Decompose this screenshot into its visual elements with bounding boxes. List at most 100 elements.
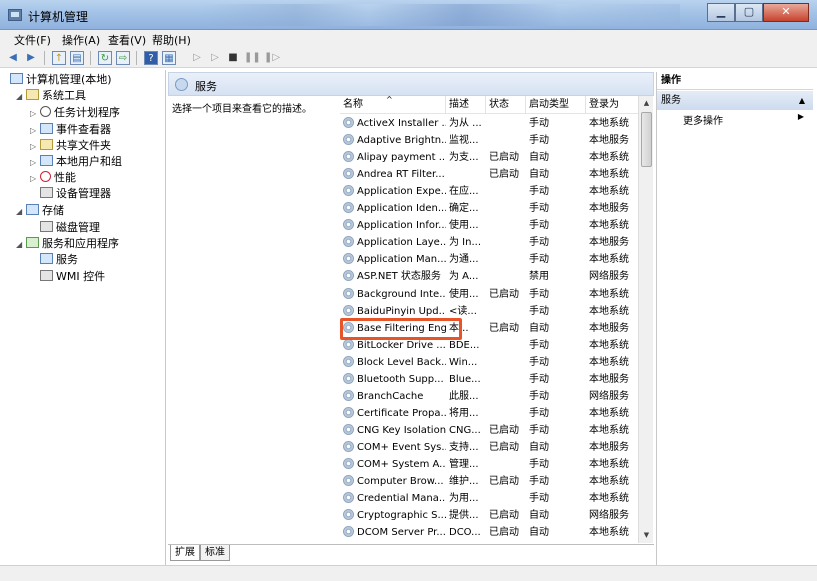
table-row[interactable]: Computer Brow... 维护... 已启动 手动 本地系统 bbox=[340, 473, 638, 490]
service-logon-as: 本地系统 bbox=[589, 288, 629, 300]
tree-item-performance[interactable]: ▷ 性能 bbox=[30, 170, 76, 186]
table-row[interactable]: Base Filtering Engine本... 已启动自动 本地服务 bbox=[340, 320, 638, 337]
table-row[interactable]: ASP.NET 状态服务为 A... 禁用 网络服务 bbox=[340, 268, 638, 285]
collapsed-arrow-icon[interactable]: ▷ bbox=[30, 106, 40, 122]
tree-item-shared-folders[interactable]: ▷ 共享文件夹 bbox=[30, 138, 111, 154]
service-description-cell: 为从 ... bbox=[449, 118, 482, 129]
collapse-up-icon[interactable]: ▲ bbox=[799, 91, 805, 110]
table-row[interactable]: Credential Mana... 为用... 手动 本地系统 bbox=[340, 490, 638, 507]
help-icon[interactable]: ? bbox=[144, 51, 158, 65]
service-name-text: Base Filtering Engine bbox=[357, 322, 446, 334]
service-name: Application Expe... bbox=[343, 183, 446, 200]
back-icon[interactable]: ◀ bbox=[6, 51, 20, 65]
service-gear-icon bbox=[343, 355, 354, 367]
column-header-logon-as[interactable]: 登录为 bbox=[586, 96, 638, 114]
tree-item-wmi-control[interactable]: WMI 控件 bbox=[40, 269, 105, 285]
table-row[interactable]: Application Expe... 在应... 手动 本地系统 bbox=[340, 183, 638, 200]
service-name: Bluetooth Supp... bbox=[343, 371, 446, 388]
service-startup-type: 自动 bbox=[529, 152, 549, 164]
service-status: 已启动 bbox=[489, 441, 519, 453]
table-row[interactable]: Certificate Propa... 将用... 手动 本地系统 bbox=[340, 405, 638, 422]
refresh-icon[interactable]: ↻ bbox=[98, 51, 112, 65]
tree-item-local-users-groups[interactable]: ▷ 本地用户和组 bbox=[30, 154, 122, 170]
tree-item-task-scheduler[interactable]: ▷ 任务计划程序 bbox=[30, 105, 120, 121]
service-name: Andrea RT Filter... bbox=[343, 166, 446, 183]
table-row[interactable]: Cryptographic S... 提供... 已启动 自动 网络服务 bbox=[340, 507, 638, 524]
menu-file[interactable]: 文件(F) bbox=[14, 32, 51, 48]
table-row[interactable]: Adaptive Brightn... 监视... 手动 本地服务 bbox=[340, 132, 638, 149]
maximize-button[interactable]: ▢ bbox=[735, 3, 763, 22]
tab-extended[interactable]: 扩展 bbox=[170, 545, 200, 561]
service-name-text: Application Expe... bbox=[357, 186, 446, 198]
table-row[interactable]: Application Laye... 为 In... 手动 本地服务 bbox=[340, 234, 638, 251]
column-header-status[interactable]: 状态 bbox=[486, 96, 526, 114]
close-button[interactable]: ✕ bbox=[763, 3, 809, 22]
menu-help[interactable]: 帮助(H) bbox=[152, 32, 191, 48]
expanded-arrow-icon[interactable]: ◢ bbox=[16, 237, 26, 253]
menu-action[interactable]: 操作(A) bbox=[62, 32, 100, 48]
tree-item-computer-management[interactable]: 计算机管理(本地) bbox=[10, 72, 112, 88]
scroll-down-icon[interactable]: ▼ bbox=[639, 528, 654, 543]
table-row[interactable]: Alipay payment ... 为支... 已启动 自动 本地系统 bbox=[340, 149, 638, 166]
tree-item-services-and-applications[interactable]: ◢ 服务和应用程序 bbox=[16, 236, 119, 252]
table-row[interactable]: Application Infor... 使用... 手动 本地系统 bbox=[340, 217, 638, 234]
tab-standard[interactable]: 标准 bbox=[200, 545, 230, 561]
tree-item-event-viewer[interactable]: ▷ 事件查看器 bbox=[30, 122, 111, 138]
pause-service-icon[interactable]: ❚❚ bbox=[244, 51, 261, 65]
services-icon bbox=[175, 78, 188, 91]
tree-item-disk-management[interactable]: 磁盘管理 bbox=[40, 220, 100, 236]
table-row[interactable]: BaiduPinyin Upd... <读... 手动 本地系统 bbox=[340, 303, 638, 320]
tree-item-services[interactable]: 服务 bbox=[40, 252, 78, 268]
column-header-description[interactable]: 描述 bbox=[446, 96, 486, 114]
scroll-thumb[interactable] bbox=[641, 112, 652, 167]
service-name-text: Bluetooth Supp... bbox=[357, 373, 444, 385]
more-actions-link[interactable]: 更多操作 bbox=[683, 112, 723, 127]
resume-service-icon[interactable]: ❚▷ bbox=[264, 51, 280, 65]
collapsed-arrow-icon[interactable]: ▷ bbox=[30, 139, 40, 155]
table-row[interactable]: Background Inte... 使用... 已启动 手动 本地系统 bbox=[340, 286, 638, 303]
tree-item-system-tools[interactable]: ◢ 系统工具 bbox=[16, 88, 86, 104]
start-service-alt-icon[interactable]: ▷ bbox=[208, 51, 222, 65]
scroll-up-icon[interactable]: ▲ bbox=[639, 96, 654, 111]
export-list-icon[interactable]: ⇨ bbox=[116, 51, 130, 65]
expanded-arrow-icon[interactable]: ◢ bbox=[16, 89, 26, 105]
submenu-arrow-icon[interactable]: ▶ bbox=[798, 112, 804, 121]
show-hide-tree-icon[interactable]: ▤ bbox=[70, 51, 84, 65]
table-row[interactable]: Application Man... 为通... 手动 本地系统 bbox=[340, 251, 638, 268]
expanded-arrow-icon[interactable]: ◢ bbox=[16, 204, 26, 220]
table-row[interactable]: Andrea RT Filter... 已启动 自动 本地系统 bbox=[340, 166, 638, 183]
collapsed-arrow-icon[interactable]: ▷ bbox=[30, 155, 40, 171]
table-row[interactable]: BranchCache 此服... 手动 网络服务 bbox=[340, 388, 638, 405]
start-service-icon[interactable]: ▷ bbox=[190, 51, 204, 65]
column-header-name[interactable]: 名称 ^ bbox=[340, 95, 446, 114]
minimize-button[interactable]: ▁ bbox=[707, 3, 735, 22]
table-row[interactable]: ActiveX Installer ... 为从 ... 手动 本地系统 bbox=[340, 115, 638, 132]
service-startup-type: 手动 bbox=[529, 407, 549, 419]
up-folder-icon[interactable]: ↑ bbox=[52, 51, 66, 65]
tree-item-label: 服务 bbox=[56, 253, 78, 266]
collapsed-arrow-icon[interactable]: ▷ bbox=[30, 171, 40, 187]
table-row[interactable]: CNG Key Isolation CNG... 已启动 手动 本地系统 bbox=[340, 422, 638, 439]
table-row[interactable]: Bluetooth Supp... Blue... 手动 本地服务 bbox=[340, 371, 638, 388]
service-logon-as: 本地服务 bbox=[589, 441, 629, 453]
actions-group-services[interactable]: 服务 ▲ bbox=[657, 91, 813, 110]
column-header-startup-type[interactable]: 启动类型 bbox=[526, 96, 586, 114]
table-row[interactable]: DCOM Server Pr... DCO... 已启动 自动 本地系统 bbox=[340, 524, 638, 541]
table-row[interactable]: Block Level Back... Win... 手动 本地系统 bbox=[340, 354, 638, 371]
properties-icon[interactable]: ▦ bbox=[162, 51, 176, 65]
toolbar-separator bbox=[44, 51, 45, 65]
stop-service-icon[interactable]: ■ bbox=[226, 51, 240, 65]
table-row[interactable]: Application Iden... 确定... 手动 本地服务 bbox=[340, 200, 638, 217]
tree-item-device-manager[interactable]: 设备管理器 bbox=[40, 186, 111, 202]
menu-view[interactable]: 查看(V) bbox=[108, 32, 146, 48]
tree-item-storage[interactable]: ◢ 存储 bbox=[16, 203, 64, 219]
toolbar-separator bbox=[90, 51, 91, 65]
service-name: Background Inte... bbox=[343, 286, 446, 303]
service-description-cell: 为支... bbox=[449, 152, 479, 164]
table-row[interactable]: BitLocker Drive ... BDE... 手动 本地系统 bbox=[340, 337, 638, 354]
table-row[interactable]: COM+ System A... 管理... 手动 本地系统 bbox=[340, 456, 638, 473]
table-row[interactable]: COM+ Event Sys... 支持... 已启动 自动 本地服务 bbox=[340, 439, 638, 456]
collapsed-arrow-icon[interactable]: ▷ bbox=[30, 123, 40, 139]
vertical-scrollbar[interactable]: ▲ ▼ bbox=[638, 96, 653, 543]
forward-icon[interactable]: ▶ bbox=[24, 51, 38, 65]
